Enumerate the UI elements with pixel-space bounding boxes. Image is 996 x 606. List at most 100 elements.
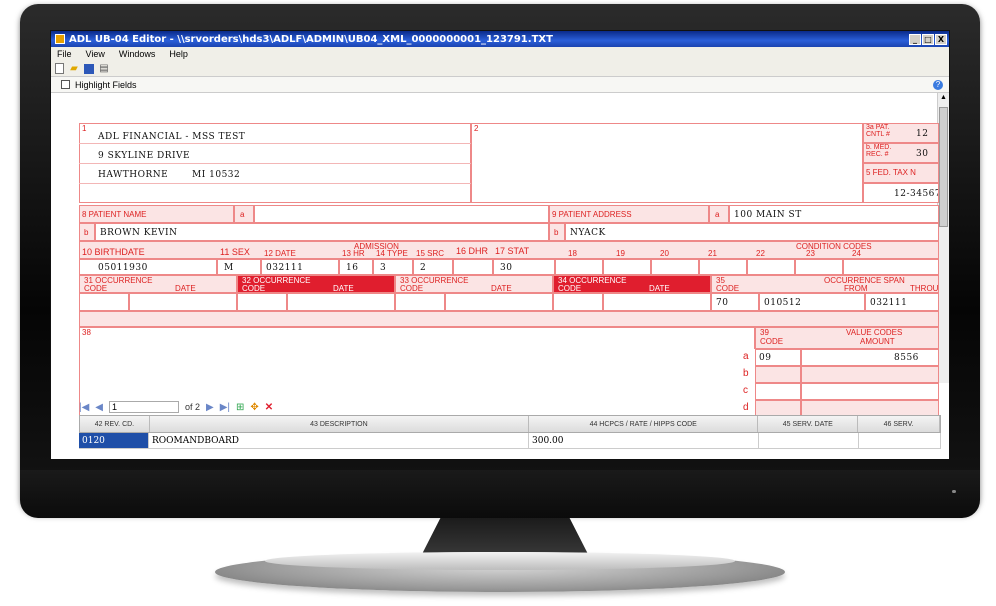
patient-address-field[interactable]: 100 MAIN ST <box>729 205 939 223</box>
occ32a-date[interactable] <box>287 293 395 311</box>
table-row[interactable]: 0120 ROOMANDBOARD 300.00 <box>79 433 941 449</box>
cond-18: 18 <box>568 249 577 258</box>
value-amount-a[interactable]: 8556 <box>801 349 939 366</box>
first-record-icon[interactable]: |◀ <box>79 402 89 413</box>
patient-city-value[interactable]: NYACK <box>570 228 606 238</box>
span-code-field[interactable]: 70 <box>711 293 759 311</box>
occ33a-date[interactable] <box>445 293 553 311</box>
span-from-value[interactable]: 010512 <box>764 298 801 308</box>
adm-date-field[interactable]: 032111 <box>261 259 339 275</box>
serv-date-cell[interactable] <box>759 433 859 449</box>
value-amount-c[interactable] <box>801 383 939 400</box>
occ34a-code[interactable] <box>553 293 603 311</box>
fed-tax-value[interactable]: 12-34567 <box>894 189 938 199</box>
provider-name[interactable]: ADL FINANCIAL - MSS TEST <box>98 132 245 142</box>
med-rec-box[interactable]: b. MED. REC. # 30 <box>863 143 939 163</box>
move-record-icon[interactable]: ✥ <box>250 402 258 413</box>
next-record-icon[interactable]: ▶ <box>206 402 214 413</box>
rev-code-cell[interactable]: 0120 <box>79 433 149 449</box>
last-record-icon[interactable]: ▶| <box>220 402 230 413</box>
save-icon[interactable] <box>84 63 94 74</box>
patient-id-field[interactable] <box>254 205 549 223</box>
cond-18-field[interactable] <box>555 259 603 275</box>
stat-field[interactable]: 30 <box>493 259 555 275</box>
menu-view[interactable]: View <box>86 49 105 59</box>
col-serv-date[interactable]: 45 SERV. DATE <box>758 416 859 432</box>
span-through-value[interactable]: 032111 <box>870 298 907 308</box>
adm-type-value[interactable]: 3 <box>380 263 386 273</box>
adm-hr-field[interactable]: 16 <box>339 259 373 275</box>
pat-cntl-value[interactable]: 12 <box>916 129 928 139</box>
occ34a-date[interactable] <box>603 293 711 311</box>
col-rev-cd[interactable]: 42 REV. CD. <box>80 416 150 432</box>
cond-20-field[interactable] <box>651 259 699 275</box>
menu-windows[interactable]: Windows <box>119 49 156 59</box>
highlight-checkbox[interactable] <box>61 80 70 89</box>
col-description[interactable]: 43 DESCRIPTION <box>150 416 529 432</box>
med-rec-value[interactable]: 30 <box>916 149 928 159</box>
open-icon[interactable]: ▰ <box>68 63 80 75</box>
hcpcs-cell[interactable]: 300.00 <box>529 433 759 449</box>
occurrence-row-b[interactable] <box>79 311 939 327</box>
patient-city-field[interactable]: NYACK <box>565 223 939 241</box>
occ32a-code[interactable] <box>237 293 287 311</box>
add-record-icon[interactable]: ⊞ <box>236 402 244 413</box>
cond-24-field[interactable] <box>843 259 939 275</box>
patient-name-value[interactable]: BROWN KEVIN <box>100 228 177 238</box>
description-cell[interactable]: ROOMANDBOARD <box>149 433 529 449</box>
col-hcpcs[interactable]: 44 HCPCS / RATE / HIPPS CODE <box>529 416 759 432</box>
delete-record-icon[interactable]: ✕ <box>265 402 273 413</box>
scroll-thumb[interactable] <box>939 107 948 227</box>
provider-city[interactable]: HAWTHORNE <box>98 170 168 180</box>
cond-21-field[interactable] <box>699 259 747 275</box>
value-amount-b[interactable] <box>801 366 939 383</box>
patient-address-value[interactable]: 100 MAIN ST <box>734 210 802 220</box>
value-code-b[interactable] <box>755 366 801 383</box>
value-code-c[interactable] <box>755 383 801 400</box>
minimize-button[interactable]: _ <box>909 33 921 45</box>
close-button[interactable]: X <box>935 33 947 45</box>
patient-name-field[interactable]: BROWN KEVIN <box>95 223 549 241</box>
occ31a-code[interactable] <box>79 293 129 311</box>
col-serv-units[interactable]: 46 SERV. <box>858 416 940 432</box>
maximize-button[interactable]: □ <box>922 33 934 45</box>
serv-units-cell[interactable] <box>859 433 941 449</box>
occ31a-date[interactable] <box>129 293 237 311</box>
scroll-up-icon[interactable]: ▲ <box>939 94 948 104</box>
stat-value[interactable]: 30 <box>500 263 512 273</box>
value-code-a[interactable]: 09 <box>755 349 801 366</box>
title-bar[interactable]: ADL UB-04 Editor - \\srvorders\hds3\ADLF… <box>51 31 949 47</box>
adm-src-field[interactable]: 2 <box>413 259 453 275</box>
box2[interactable]: 2 <box>471 123 863 203</box>
span-from-field[interactable]: 010512 <box>759 293 865 311</box>
adm-type-field[interactable]: 3 <box>373 259 413 275</box>
previous-record-icon[interactable]: ◀ <box>95 402 103 413</box>
value-amount-a-value[interactable]: 8556 <box>894 353 919 363</box>
page-number-input[interactable]: 1 <box>109 401 179 413</box>
occ33a-code[interactable] <box>395 293 445 311</box>
provider-address[interactable]: 9 SKYLINE DRIVE <box>98 151 190 161</box>
patient-address-label-box: 9 PATIENT ADDRESS <box>549 205 709 223</box>
adm-hr-value[interactable]: 16 <box>346 263 358 273</box>
adm-src-value[interactable]: 2 <box>420 263 426 273</box>
value-code-a-value[interactable]: 09 <box>759 353 771 363</box>
help-icon[interactable]: ? <box>933 80 943 90</box>
fed-tax-box[interactable]: 12-34567 <box>863 183 939 203</box>
pat-cntl-box[interactable]: 3a PAT. CNTL # 12 <box>863 123 939 143</box>
cond-23-field[interactable] <box>795 259 843 275</box>
new-icon[interactable] <box>55 63 64 74</box>
span-through-field[interactable]: 032111 <box>865 293 939 311</box>
provider-state-zip[interactable]: MI 10532 <box>192 170 240 180</box>
sex-value[interactable]: M <box>224 263 234 273</box>
dhr-field[interactable] <box>453 259 493 275</box>
span-code-value[interactable]: 70 <box>716 298 728 308</box>
adm-date-value[interactable]: 032111 <box>266 263 303 273</box>
print-icon[interactable]: ▤ <box>98 63 110 75</box>
birthdate-value[interactable]: 05011930 <box>98 263 148 273</box>
cond-22-field[interactable] <box>747 259 795 275</box>
menu-help[interactable]: Help <box>169 49 188 59</box>
cond-19-field[interactable] <box>603 259 651 275</box>
menu-file[interactable]: File <box>57 49 72 59</box>
birthdate-field[interactable]: 05011930 <box>79 259 217 275</box>
sex-field[interactable]: M <box>217 259 261 275</box>
